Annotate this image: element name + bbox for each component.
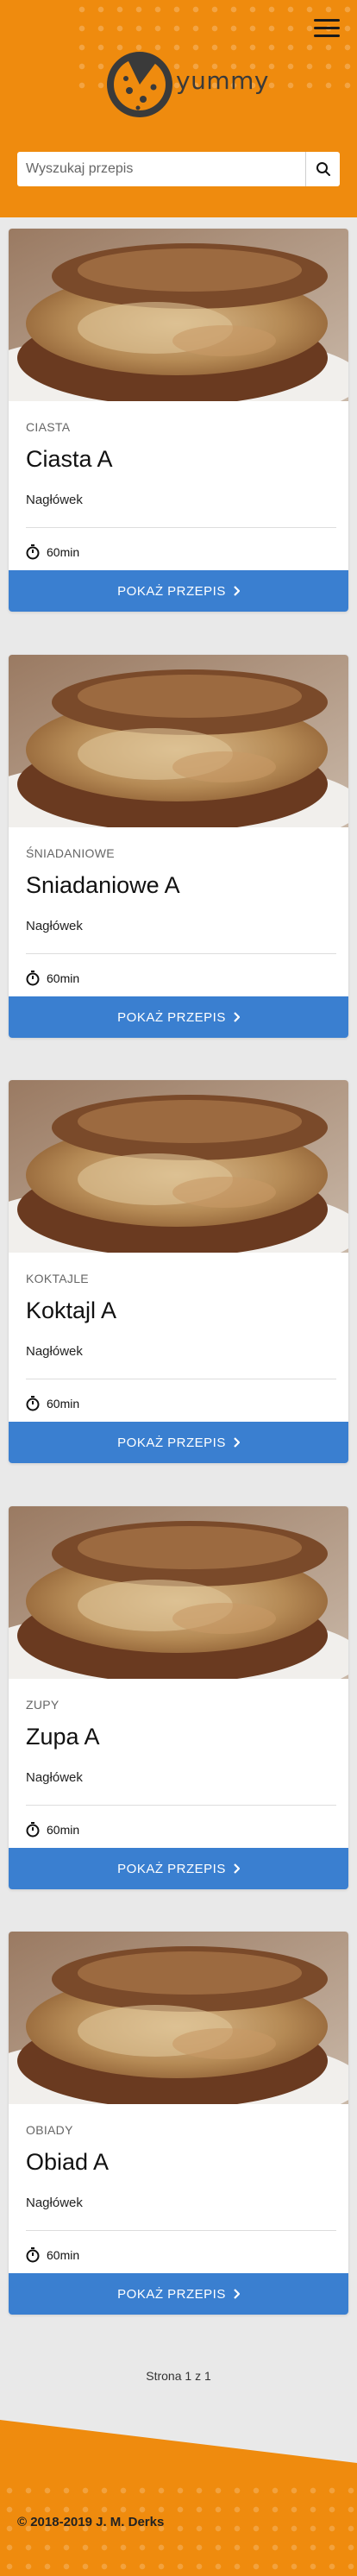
chevron-right-icon: [234, 1863, 240, 1874]
card-divider: [26, 2230, 336, 2231]
stopwatch-icon: [26, 971, 40, 986]
recipe-title[interactable]: Sniadaniowe A: [26, 872, 180, 899]
recipe-subtitle: Nagłówek: [26, 1770, 83, 1785]
hamburger-menu-button[interactable]: [314, 19, 340, 38]
recipe-card: ZUPY Zupa A Nagłówek 60min POKAŻ PRZEPIS: [9, 1506, 348, 1889]
show-recipe-button[interactable]: POKAŻ PRZEPIS: [9, 570, 348, 612]
recipe-card: KOKTAJLE Koktajl A Nagłówek 60min POKAŻ …: [9, 1080, 348, 1463]
stopwatch-icon: [26, 1396, 40, 1411]
recipe-image[interactable]: [9, 1080, 348, 1253]
chevron-right-icon: [234, 1437, 240, 1448]
recipe-title[interactable]: Zupa A: [26, 1724, 100, 1750]
stopwatch-icon: [26, 544, 40, 560]
search-icon: [316, 162, 330, 176]
card-divider: [26, 527, 336, 528]
recipe-card: CIASTA Ciasta A Nagłówek 60min POKAŻ PRZ…: [9, 229, 348, 612]
recipe-image[interactable]: [9, 655, 348, 827]
recipe-time-value: 60min: [47, 1397, 80, 1411]
search-bar: [17, 152, 340, 186]
card-divider: [26, 953, 336, 954]
stopwatch-icon: [26, 1822, 40, 1838]
recipe-category: OBIADY: [26, 2123, 73, 2137]
show-recipe-button[interactable]: POKAŻ PRZEPIS: [9, 1422, 348, 1463]
recipe-category: CIASTA: [26, 420, 71, 434]
recipe-time: 60min: [26, 1396, 79, 1411]
search-input[interactable]: [17, 152, 305, 186]
recipe-subtitle: Nagłówek: [26, 2196, 83, 2210]
chevron-right-icon: [234, 2289, 240, 2299]
footer-copyright: © 2018-2019 J. M. Derks: [17, 2515, 165, 2529]
recipe-time-value: 60min: [47, 1823, 80, 1837]
recipe-category: ZUPY: [26, 1698, 60, 1712]
search-button[interactable]: [305, 152, 340, 186]
recipe-card: ŚNIADANIOWE Sniadaniowe A Nagłówek 60min…: [9, 655, 348, 1038]
recipe-time: 60min: [26, 544, 79, 560]
recipe-subtitle: Nagłówek: [26, 1344, 83, 1359]
recipe-title[interactable]: Obiad A: [26, 2149, 109, 2176]
show-recipe-label: POKAŻ PRZEPIS: [117, 583, 226, 599]
recipe-title[interactable]: Ciasta A: [26, 446, 113, 473]
stopwatch-icon: [26, 2247, 40, 2263]
chevron-right-icon: [234, 1012, 240, 1022]
recipe-category: KOKTAJLE: [26, 1272, 89, 1285]
recipe-category: ŚNIADANIOWE: [26, 846, 115, 860]
show-recipe-label: POKAŻ PRZEPIS: [117, 1861, 226, 1876]
recipe-image[interactable]: [9, 1932, 348, 2104]
chevron-right-icon: [234, 586, 240, 596]
pizza-logo-icon: [107, 52, 172, 117]
site-footer: [0, 2420, 357, 2576]
recipe-subtitle: Nagłówek: [26, 493, 83, 507]
recipe-time-value: 60min: [47, 971, 80, 985]
show-recipe-label: POKAŻ PRZEPIS: [117, 1435, 226, 1450]
hamburger-icon: [314, 19, 340, 22]
site-header: yummy: [0, 0, 357, 217]
show-recipe-button[interactable]: POKAŻ PRZEPIS: [9, 2273, 348, 2315]
recipe-image[interactable]: [9, 229, 348, 401]
recipe-time-value: 60min: [47, 545, 80, 559]
card-divider: [26, 1805, 336, 1806]
pagination-text: Strona 1 z 1: [146, 2369, 211, 2383]
show-recipe-button[interactable]: POKAŻ PRZEPIS: [9, 1848, 348, 1889]
recipe-title[interactable]: Koktajl A: [26, 1297, 116, 1324]
show-recipe-label: POKAŻ PRZEPIS: [117, 2286, 226, 2302]
recipe-time-value: 60min: [47, 2248, 80, 2262]
recipe-time: 60min: [26, 1822, 79, 1838]
recipe-time: 60min: [26, 2247, 79, 2263]
recipe-time: 60min: [26, 971, 79, 986]
recipe-card: OBIADY Obiad A Nagłówek 60min POKAŻ PRZE…: [9, 1932, 348, 2315]
brand-logo[interactable]: yummy: [105, 47, 268, 122]
recipe-image[interactable]: [9, 1506, 348, 1679]
show-recipe-label: POKAŻ PRZEPIS: [117, 1009, 226, 1025]
show-recipe-button[interactable]: POKAŻ PRZEPIS: [9, 996, 348, 1038]
brand-name: yummy: [176, 66, 269, 95]
recipe-subtitle: Nagłówek: [26, 919, 83, 933]
